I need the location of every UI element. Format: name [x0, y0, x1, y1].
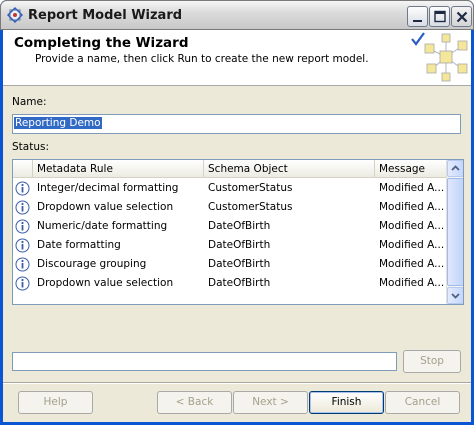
- maximize-icon: [434, 10, 446, 23]
- back-button[interactable]: < Back: [157, 391, 232, 414]
- close-button[interactable]: [451, 6, 472, 27]
- table-row[interactable]: Date formatting DateOfBirth Modified A..…: [13, 236, 446, 255]
- table-row[interactable]: Discourage grouping DateOfBirth Modified…: [13, 255, 446, 274]
- window-title: Report Model Wizard: [28, 8, 183, 23]
- scroll-down-button[interactable]: [447, 287, 463, 304]
- column-header-schema-object[interactable]: Schema Object: [204, 160, 375, 178]
- name-label: Name:: [12, 96, 47, 108]
- row-rule: Integer/decimal formatting: [37, 182, 179, 194]
- status-grid-scrollbar[interactable]: [446, 160, 463, 304]
- status-label: Status:: [12, 141, 49, 153]
- info-icon: [15, 257, 30, 272]
- row-rule: Date formatting: [37, 239, 121, 251]
- dialog-client-area: Completing the Wizard Provide a name, th…: [3, 30, 471, 422]
- info-icon: [15, 276, 30, 291]
- name-input[interactable]: Reporting Demo: [12, 114, 461, 134]
- close-icon: [456, 11, 468, 23]
- row-message: Modified A...: [379, 258, 445, 270]
- page-subtitle: Provide a name, then click Run to create…: [35, 53, 369, 65]
- row-schema-object: DateOfBirth: [208, 239, 271, 251]
- row-message: Modified A...: [379, 182, 445, 194]
- name-input-value: Reporting Demo: [14, 117, 102, 129]
- status-grid-header: Metadata Rule Schema Object Message: [13, 160, 446, 178]
- row-rule: Dropdown value selection: [37, 201, 174, 213]
- status-grid[interactable]: Metadata Rule Schema Object Message Inte…: [12, 159, 464, 305]
- scroll-up-button[interactable]: [447, 160, 463, 177]
- scroll-thumb[interactable]: [447, 178, 463, 286]
- info-icon: [15, 181, 30, 196]
- row-schema-object: DateOfBirth: [208, 220, 271, 232]
- wizard-header: Completing the Wizard Provide a name, th…: [3, 30, 471, 86]
- progress-bar: [12, 352, 397, 371]
- row-rule: Dropdown value selection: [37, 277, 174, 289]
- minimize-button[interactable]: [407, 6, 428, 27]
- report-model-graphic-icon: [411, 32, 468, 82]
- row-schema-object: DateOfBirth: [208, 277, 271, 289]
- finish-button[interactable]: Finish: [309, 391, 384, 414]
- table-row[interactable]: Numeric/date formatting DateOfBirth Modi…: [13, 217, 446, 236]
- table-row[interactable]: Dropdown value selection DateOfBirth Mod…: [13, 274, 446, 293]
- help-button[interactable]: Help: [18, 391, 93, 414]
- info-icon: [15, 219, 30, 234]
- column-header-metadata-rule[interactable]: Metadata Rule: [33, 160, 204, 178]
- minimize-icon: [413, 20, 422, 22]
- report-model-app-icon: [7, 7, 23, 23]
- row-schema-object: CustomerStatus: [208, 201, 293, 213]
- table-row[interactable]: Dropdown value selection CustomerStatus …: [13, 198, 446, 217]
- column-header-message[interactable]: Message: [375, 160, 446, 178]
- wizard-window: Report Model Wizard Completing the Wizar…: [0, 0, 474, 425]
- maximize-button[interactable]: [429, 6, 450, 27]
- header-icon-column[interactable]: [13, 160, 33, 178]
- row-rule: Discourage grouping: [37, 258, 147, 270]
- button-separator: [3, 382, 471, 384]
- row-rule: Numeric/date formatting: [37, 220, 168, 232]
- row-schema-object: DateOfBirth: [208, 258, 271, 270]
- info-icon: [15, 238, 30, 253]
- chevron-up-icon: [451, 165, 460, 171]
- table-row[interactable]: Integer/decimal formatting CustomerStatu…: [13, 179, 446, 198]
- page-title: Completing the Wizard: [14, 35, 189, 51]
- row-message: Modified A...: [379, 201, 445, 213]
- info-icon: [15, 200, 30, 215]
- next-button[interactable]: Next >: [233, 391, 308, 414]
- cancel-button[interactable]: Cancel: [385, 391, 460, 414]
- chevron-down-icon: [451, 293, 460, 299]
- title-bar[interactable]: Report Model Wizard: [0, 0, 474, 30]
- stop-button[interactable]: Stop: [403, 350, 461, 373]
- row-message: Modified A...: [379, 239, 445, 251]
- row-message: Modified A...: [379, 277, 445, 289]
- row-message: Modified A...: [379, 220, 445, 232]
- row-schema-object: CustomerStatus: [208, 182, 293, 194]
